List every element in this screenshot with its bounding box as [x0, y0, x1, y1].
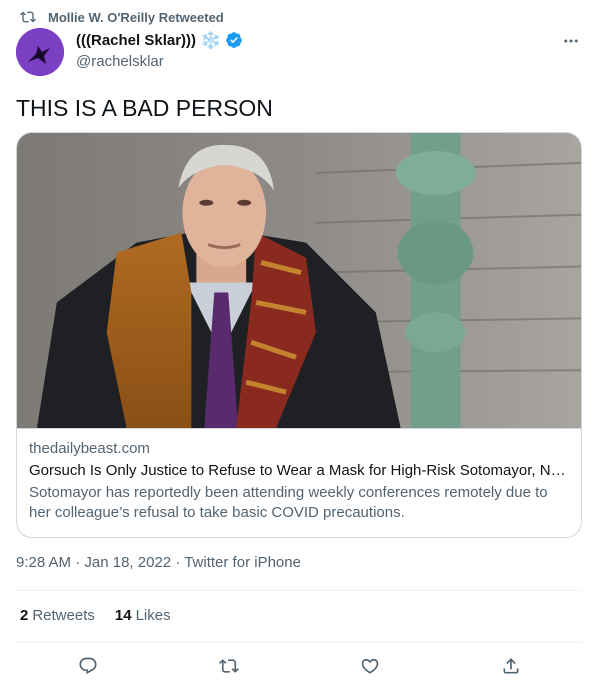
- divider: [16, 642, 582, 643]
- likes-count: 14: [114, 607, 132, 624]
- author-handle[interactable]: @rachelsklar: [76, 53, 164, 70]
- more-options-button[interactable]: [560, 30, 582, 52]
- tweet-date[interactable]: Jan 18, 2022: [84, 554, 171, 571]
- card-description: Sotomayor has reportedly been attending …: [29, 484, 548, 521]
- verified-badge-icon: [226, 32, 243, 48]
- retweet-icon: [219, 659, 239, 673]
- tweet-text: THIS IS A BAD PERSON: [16, 95, 273, 121]
- link-preview-card[interactable]: thedailybeast.com Gorsuch Is Only Justic…: [16, 132, 582, 538]
- like-button[interactable]: [358, 654, 382, 678]
- divider: [16, 590, 582, 591]
- card-domain: thedailybeast.com: [29, 440, 150, 457]
- engagement-stats: 2 Retweets 14 Likes: [20, 607, 171, 624]
- reply-icon: [79, 657, 97, 675]
- likes-label: Likes: [135, 607, 171, 624]
- likes-stat[interactable]: 14 Likes: [115, 607, 171, 624]
- meta-separator: ·: [75, 554, 85, 571]
- tweet-source[interactable]: Twitter for iPhone: [184, 554, 301, 571]
- avatar-image: [16, 28, 64, 76]
- retweets-stat[interactable]: 2 Retweets: [20, 607, 95, 624]
- retweeted-by-label: Mollie W. O'Reilly Retweeted: [48, 9, 224, 25]
- retweeted-by-header[interactable]: Mollie W. O'Reilly Retweeted: [16, 8, 224, 26]
- share-button[interactable]: [499, 654, 523, 678]
- article-image: [17, 133, 581, 429]
- meta-separator: ·: [175, 554, 185, 571]
- retweets-label: Retweets: [32, 607, 95, 624]
- retweets-count: 2: [20, 607, 29, 624]
- card-title: Gorsuch Is Only Justice to Refuse to Wea…: [29, 462, 569, 479]
- tweet-time[interactable]: 9:28 AM: [16, 554, 71, 571]
- more-dots-icon: [564, 39, 578, 43]
- retweet-icon: [20, 11, 36, 23]
- share-icon: [503, 658, 519, 674]
- action-bar: [0, 654, 598, 680]
- author-name-row[interactable]: (((Rachel Sklar))) ❄️: [76, 31, 243, 49]
- like-icon: [361, 658, 379, 674]
- tweet-meta: 9:28 AM · Jan 18, 2022 · Twitter for iPh…: [16, 554, 301, 571]
- author-name: (((Rachel Sklar))): [76, 31, 197, 49]
- snowflake-emoji: ❄️: [200, 30, 222, 50]
- reply-button[interactable]: [76, 654, 100, 678]
- avatar[interactable]: [16, 28, 64, 76]
- retweet-button[interactable]: [217, 654, 241, 678]
